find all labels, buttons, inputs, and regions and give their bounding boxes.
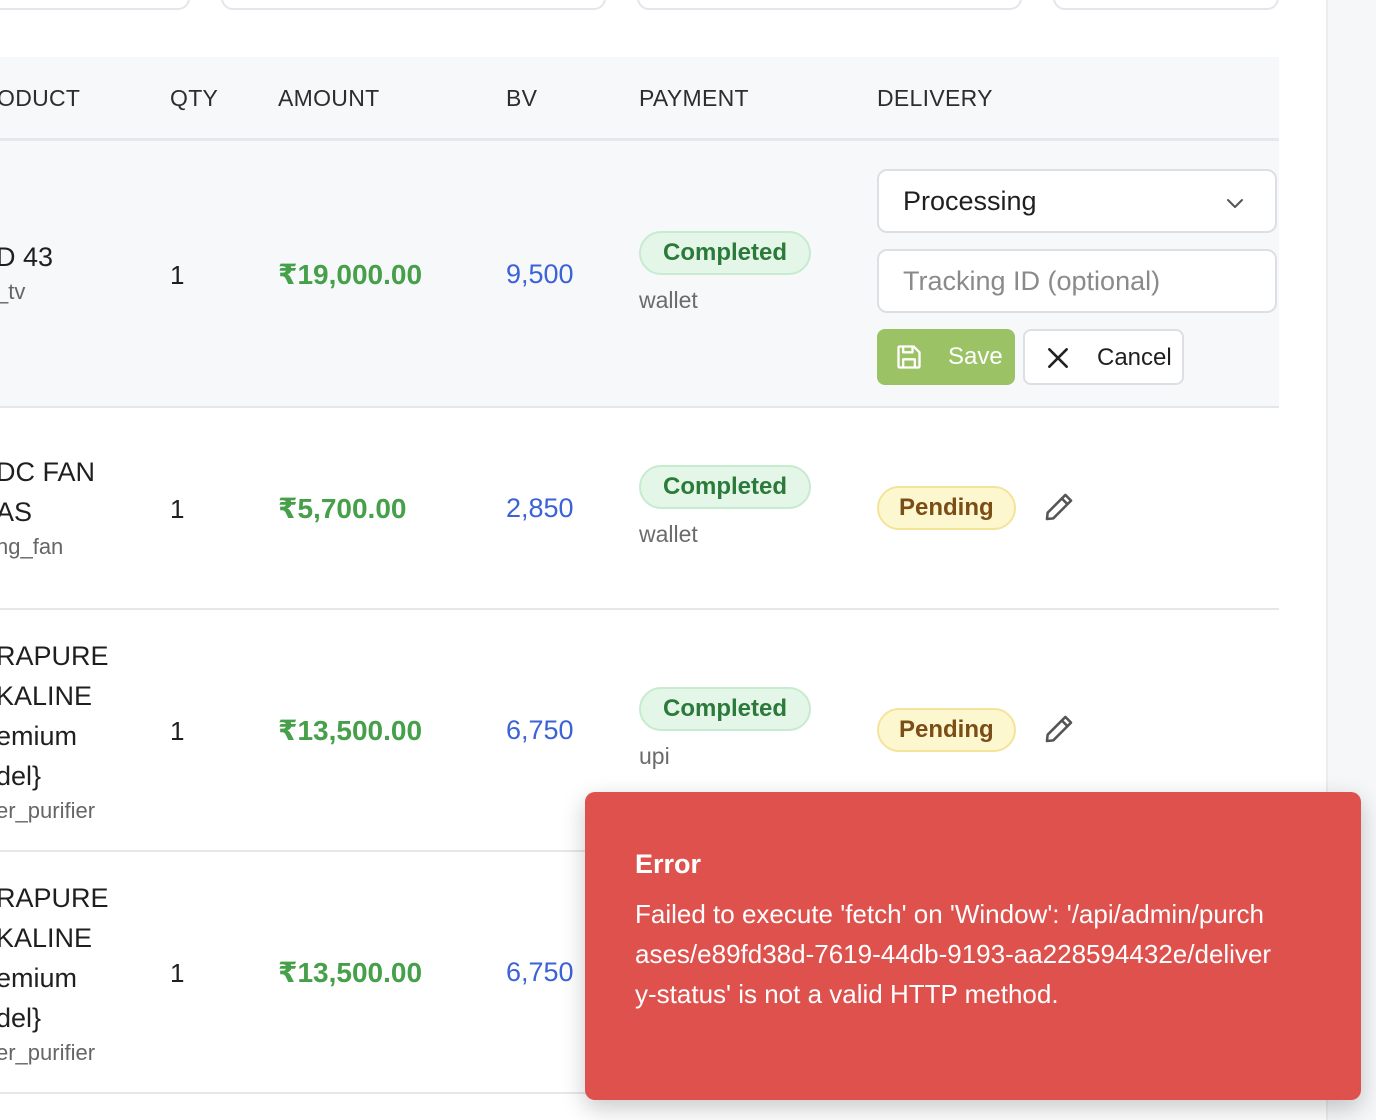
save-button-label: Save <box>948 343 1003 370</box>
product-cell: DC FAN AS ng_fan <box>0 452 95 562</box>
filter-input[interactable] <box>637 0 1022 10</box>
product-category: er_purifier <box>0 798 96 823</box>
delivery-status-badge: Pending <box>877 486 1016 530</box>
payment-method: wallet <box>639 521 698 547</box>
error-toast-message: Failed to execute 'fetch' on 'Window': '… <box>635 899 1272 1009</box>
payment-status-badge: Completed <box>639 231 812 275</box>
save-button[interactable]: Save <box>877 329 1015 385</box>
tracking-id-input[interactable] <box>877 249 1277 313</box>
qty-value: 1 <box>170 260 185 290</box>
header-payment: PAYMENT <box>639 85 749 111</box>
qty-value: 1 <box>170 958 185 988</box>
product-cell: D 43 _tv <box>0 237 53 307</box>
product-name-line: RAPURE <box>0 641 109 671</box>
delivery-status-selected: Processing <box>903 186 1037 216</box>
product-name-line: emium <box>0 721 78 751</box>
product-name: D 43 <box>0 242 54 272</box>
qty-value: 1 <box>170 716 185 746</box>
table-header: ODUCT QTY AMOUNT BV PAYMENT DELIVERY <box>0 57 1279 141</box>
header-qty: QTY <box>170 85 219 111</box>
product-name-line: KALINE <box>0 923 93 953</box>
filter-input[interactable] <box>0 0 190 10</box>
product-category: er_purifier <box>0 1040 96 1065</box>
filter-input[interactable] <box>221 0 606 10</box>
cancel-button[interactable]: Cancel <box>1023 329 1184 385</box>
product-cell: RAPURE KALINE emium del} er_purifier <box>0 636 109 826</box>
bv-value: 9,500 <box>506 259 574 289</box>
amount-value: ₹13,500.00 <box>278 715 423 746</box>
floppy-disk-icon <box>897 345 921 369</box>
payment-status-badge: Completed <box>639 687 812 731</box>
amount-value: ₹5,700.00 <box>278 493 407 524</box>
error-toast-title: Error <box>635 849 702 879</box>
product-name-line: AS <box>0 497 33 527</box>
bv-value: 6,750 <box>506 715 574 745</box>
product-name-line: KALINE <box>0 681 93 711</box>
product-name-line: del} <box>0 761 42 791</box>
amount-value: ₹19,000.00 <box>278 259 423 290</box>
bv-value: 6,750 <box>506 957 574 987</box>
pencil-icon[interactable] <box>1042 712 1076 746</box>
bv-value: 2,850 <box>506 493 574 523</box>
header-amount: AMOUNT <box>278 85 380 111</box>
product-name-line: emium <box>0 963 78 993</box>
payment-method: wallet <box>639 287 698 313</box>
delivery-status-select[interactable]: Processing <box>877 169 1277 233</box>
table-row: DC FAN AS ng_fan 1 ₹5,700.00 2,850 Compl… <box>0 408 1279 610</box>
product-category: _tv <box>0 279 26 304</box>
product-name-line: DC FAN <box>0 457 96 487</box>
amount-value: ₹13,500.00 <box>278 957 423 988</box>
product-cell: RAPURE KALINE emium del} er_purifier <box>0 878 109 1068</box>
filter-input[interactable] <box>1053 0 1279 10</box>
header-delivery: DELIVERY <box>877 85 993 111</box>
product-category: ng_fan <box>0 534 64 559</box>
table-row: D 43 _tv 1 ₹19,000.00 9,500 Completed wa… <box>0 141 1279 408</box>
error-toast[interactable]: Error Failed to execute 'fetch' on 'Wind… <box>585 792 1361 1100</box>
header-product: ODUCT <box>0 85 81 111</box>
chevron-down-icon <box>1227 199 1243 208</box>
delivery-status-badge: Pending <box>877 708 1016 752</box>
header-bv: BV <box>506 85 538 111</box>
pencil-icon[interactable] <box>1042 490 1076 524</box>
payment-status-badge: Completed <box>639 465 812 509</box>
payment-method: upi <box>639 743 670 769</box>
close-icon <box>1048 348 1068 368</box>
cancel-button-label: Cancel <box>1097 344 1172 371</box>
product-name-line: RAPURE <box>0 883 109 913</box>
qty-value: 1 <box>170 494 185 524</box>
product-name-line: del} <box>0 1003 42 1033</box>
